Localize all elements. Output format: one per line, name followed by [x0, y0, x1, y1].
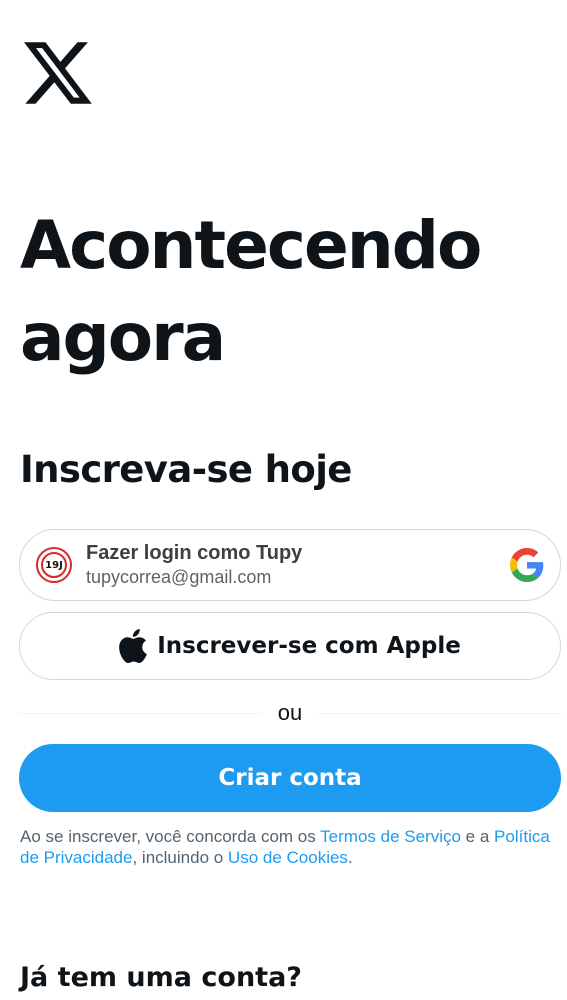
signup-subheading: Inscreva-se hoje: [20, 448, 352, 491]
apple-icon: [119, 629, 148, 663]
signup-page: Acontecendo agora Inscreva-se hoje 19J F…: [0, 0, 567, 1000]
x-logo-icon: [24, 42, 92, 104]
divider-text: ou: [277, 700, 303, 725]
google-account-email: tupycorrea@gmail.com: [86, 567, 272, 587]
headline-line-2: agora: [20, 299, 226, 376]
cookie-use-link[interactable]: Uso de Cookies: [228, 848, 348, 867]
or-divider: ou: [19, 700, 562, 726]
apple-signup-button[interactable]: Inscrever-se com Apple: [19, 612, 561, 680]
terms-suffix: .: [347, 848, 353, 867]
divider-line-right: [318, 712, 562, 714]
create-account-button[interactable]: Criar conta: [19, 744, 561, 812]
google-signin-button[interactable]: 19J Fazer login como Tupy tupycorrea@gma…: [19, 529, 561, 601]
divider-line-left: [19, 712, 262, 714]
headline: Acontecendo agora: [20, 200, 550, 384]
google-account-info: Fazer login como Tupy tupycorrea@gmail.c…: [86, 541, 510, 589]
headline-line-1: Acontecendo: [20, 207, 482, 284]
terms-of-service-link[interactable]: Termos de Serviço: [320, 827, 461, 846]
google-g-icon: [510, 548, 544, 582]
terms-prefix: Ao se inscrever, você concorda com os: [20, 827, 321, 846]
profile-avatar-icon: 19J: [36, 547, 72, 583]
terms-mid-1: e a: [460, 827, 495, 846]
google-signin-title: Fazer login como Tupy: [86, 542, 303, 564]
terms-mid-2: , incluindo o: [132, 848, 228, 867]
terms-notice: Ao se inscrever, você concorda com os Te…: [20, 826, 550, 868]
login-heading: Já tem uma conta?: [20, 962, 302, 993]
create-account-label: Criar conta: [218, 765, 362, 791]
avatar-badge: 19J: [41, 552, 67, 578]
apple-signup-label: Inscrever-se com Apple: [157, 633, 461, 659]
